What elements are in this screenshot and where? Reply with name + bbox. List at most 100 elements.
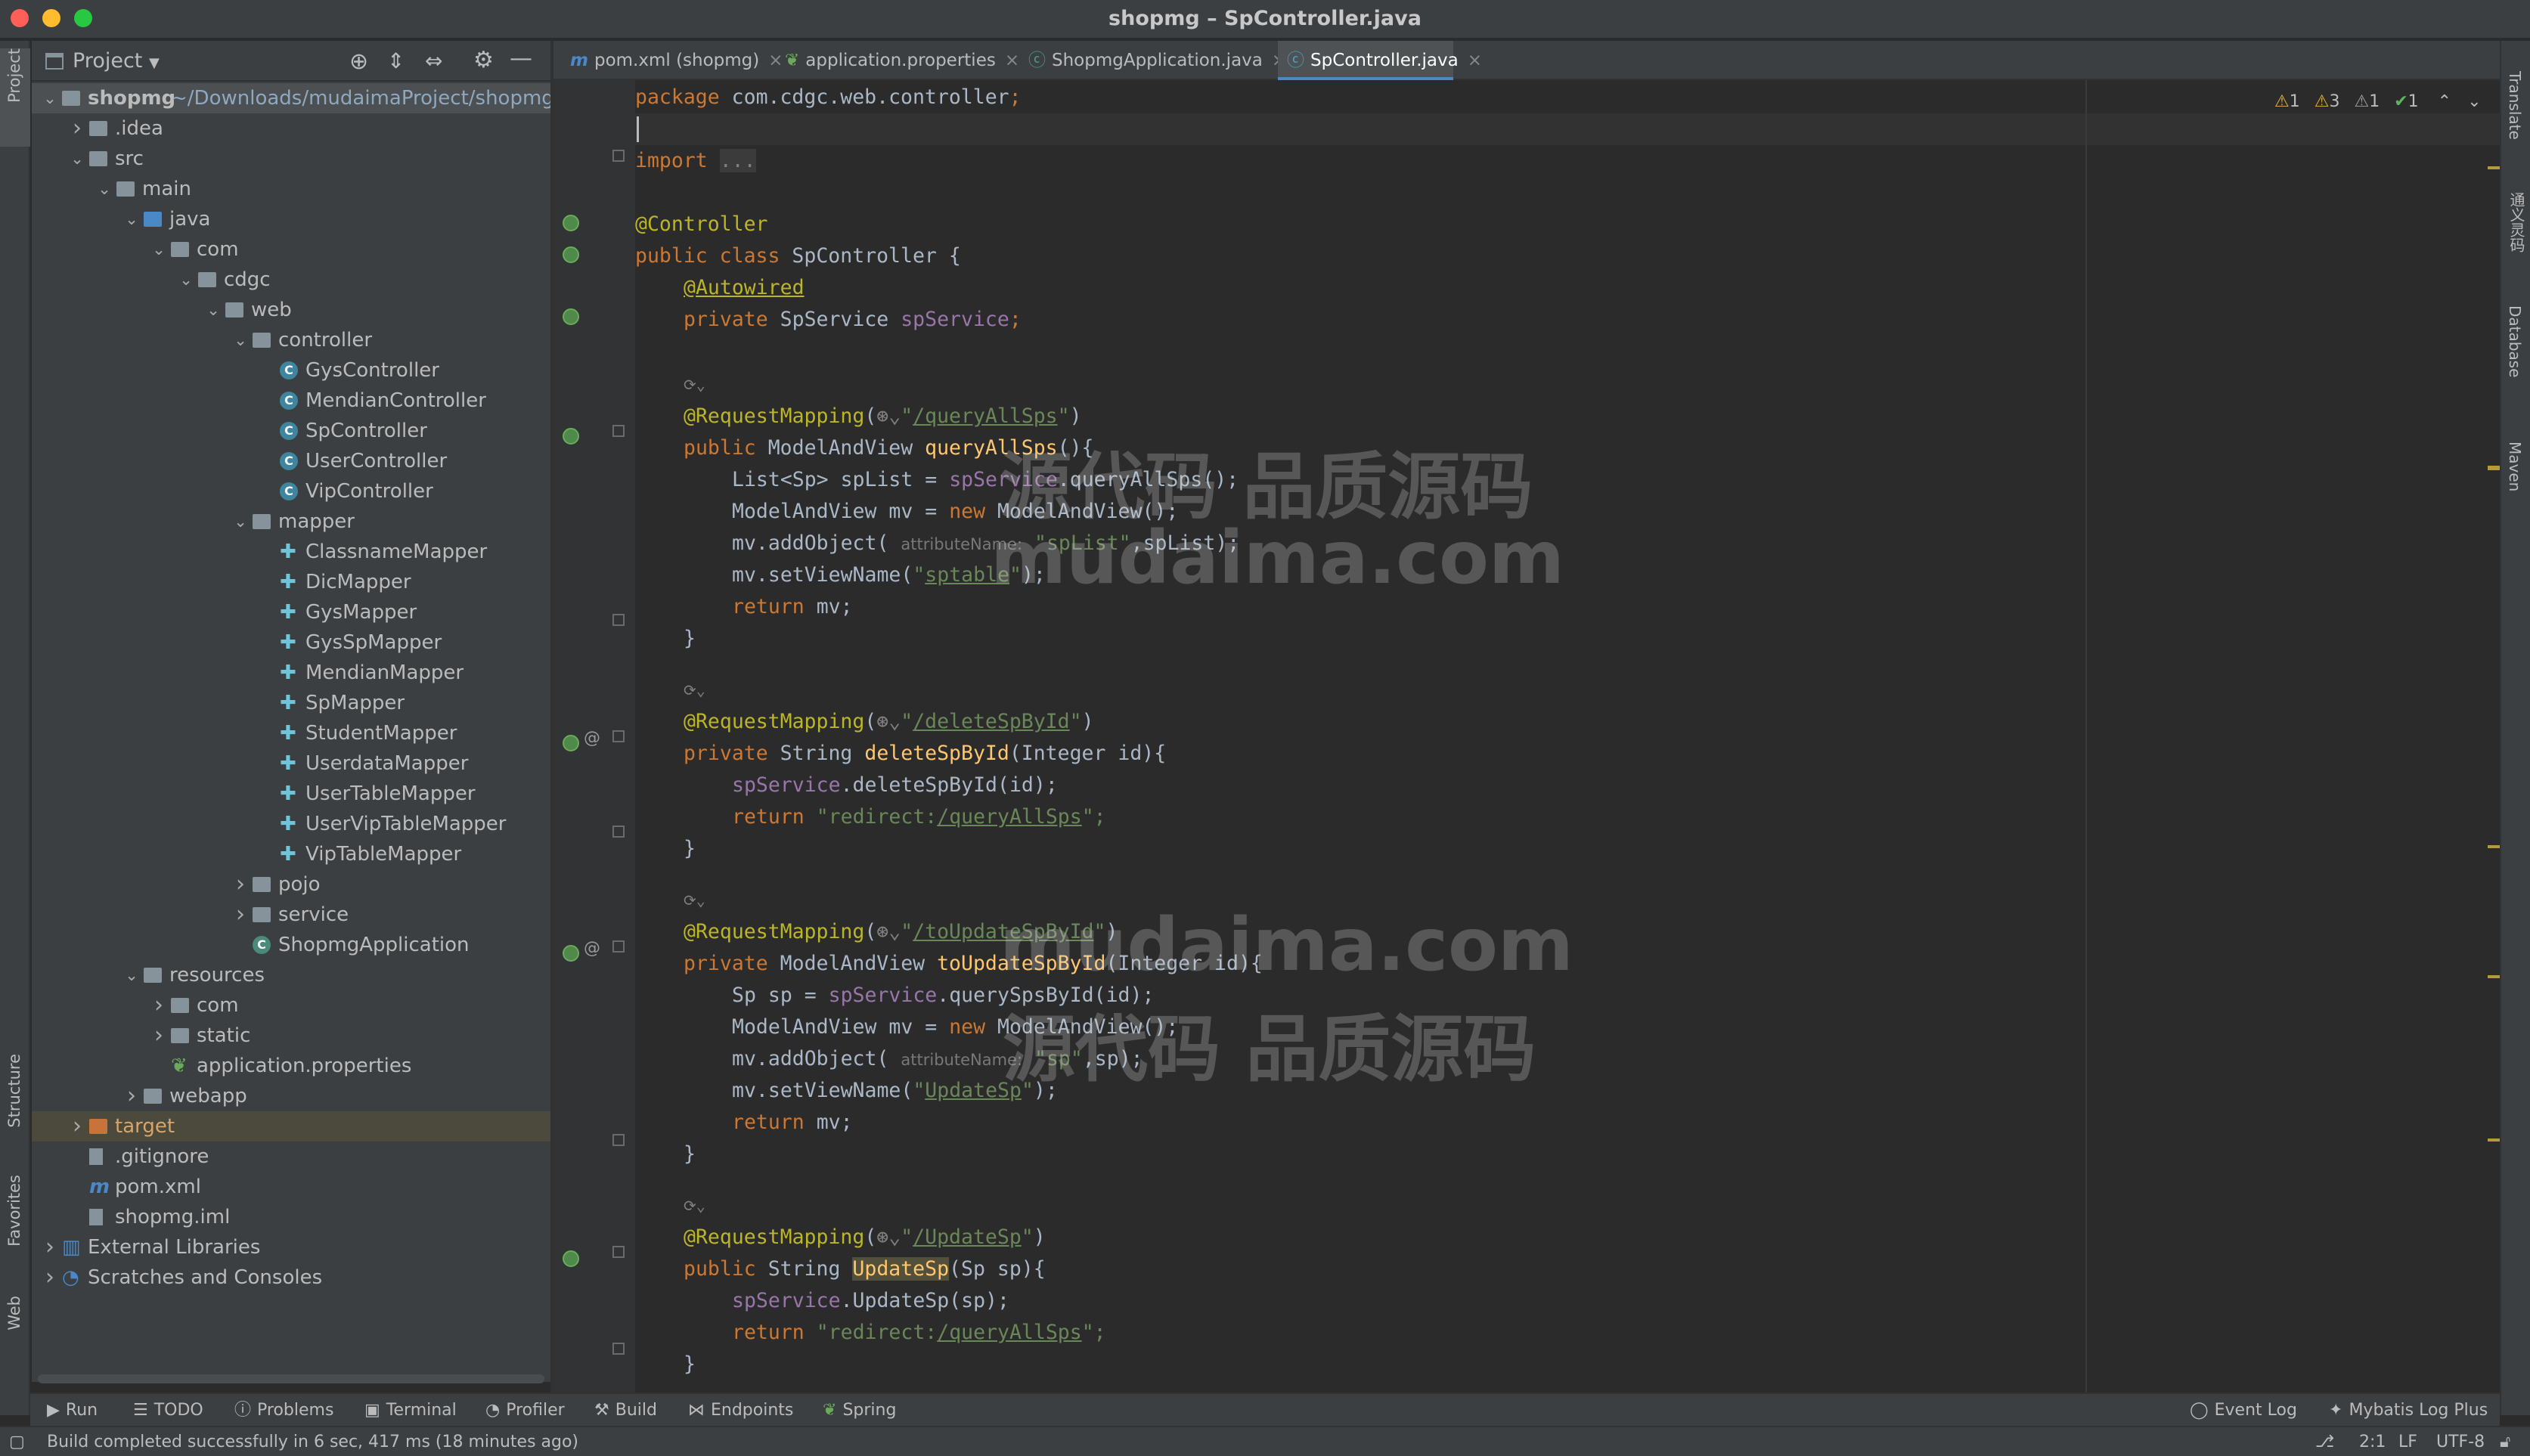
- tree-item[interactable]: ✚ GysSpMapper: [32, 627, 550, 658]
- chevron-down-icon[interactable]: ⌄: [206, 295, 221, 325]
- project-tool-tab[interactable]: Project: [0, 48, 30, 147]
- tree-item[interactable]: › target: [32, 1111, 550, 1142]
- chevron-down-icon[interactable]: ⌄: [178, 265, 194, 295]
- chevron-right-icon[interactable]: ›: [42, 1262, 57, 1293]
- tree-item[interactable]: m pom.xml: [32, 1172, 550, 1202]
- spring-bean-icon[interactable]: [563, 308, 579, 325]
- chevron-right-icon[interactable]: ›: [70, 1111, 85, 1142]
- tree-item[interactable]: ✚ ClassnameMapper: [32, 537, 550, 567]
- spring-bean-icon[interactable]: [563, 246, 579, 263]
- spring-bean-icon[interactable]: [563, 215, 579, 231]
- terminal-tool-button[interactable]: ▣ Terminal: [364, 1394, 457, 1427]
- chevron-down-icon[interactable]: ⌄: [233, 325, 248, 355]
- tree-item[interactable]: ⌄ java: [32, 204, 550, 234]
- mapping-at-icon[interactable]: @: [584, 729, 600, 748]
- tree-item[interactable]: .gitignore: [32, 1142, 550, 1172]
- chevron-right-icon[interactable]: ›: [233, 869, 248, 900]
- tree-item[interactable]: ✚ DicMapper: [32, 567, 550, 597]
- fold-marker-icon[interactable]: [612, 1246, 625, 1258]
- spring-bean-icon[interactable]: [563, 1250, 579, 1267]
- lock-icon[interactable]: 🔓︎: [2500, 1427, 2510, 1456]
- tree-item[interactable]: ⌄ resources: [32, 960, 550, 990]
- favorites-tool-tab[interactable]: Favorites: [0, 1175, 30, 1281]
- tree-item[interactable]: ⌄ com: [32, 234, 550, 265]
- file-encoding[interactable]: UTF-8: [2436, 1427, 2485, 1456]
- tree-item[interactable]: › static: [32, 1021, 550, 1051]
- url-hint-icon[interactable]: ⟳⌄: [684, 1190, 705, 1222]
- tree-item[interactable]: ✚ UserTableMapper: [32, 779, 550, 809]
- tree-item[interactable]: C VipController: [32, 476, 550, 507]
- database-tool-tab[interactable]: Database: [2506, 305, 2524, 377]
- tree-item[interactable]: › service: [32, 900, 550, 930]
- fold-marker-icon[interactable]: [612, 1134, 625, 1146]
- collapse-all-icon[interactable]: ⇔: [425, 48, 442, 73]
- tree-item[interactable]: ✚ VipTableMapper: [32, 839, 550, 869]
- tree-item[interactable]: C ShopmgApplication: [32, 930, 550, 960]
- chevron-down-icon[interactable]: ⌄: [233, 507, 248, 537]
- chevron-down-icon[interactable]: ⌄: [124, 960, 139, 990]
- chevron-right-icon[interactable]: ›: [233, 900, 248, 930]
- line-separator[interactable]: LF: [2398, 1427, 2417, 1456]
- tree-item[interactable]: › ◔ Scratches and Consoles: [32, 1262, 550, 1293]
- translate-tool-tab[interactable]: Translate: [2506, 71, 2524, 140]
- close-tab-icon[interactable]: ×: [1005, 51, 1019, 70]
- chevron-down-icon[interactable]: ⌄: [2467, 92, 2481, 111]
- tree-item[interactable]: C SpController: [32, 416, 550, 446]
- tree-item[interactable]: C MendianController: [32, 386, 550, 416]
- chevron-down-icon[interactable]: ⌄: [70, 144, 85, 174]
- error-stripe-mark[interactable]: [2488, 467, 2500, 470]
- folded-imports[interactable]: ...: [719, 149, 756, 172]
- editor-tab[interactable]: ❦ application.properties ×: [776, 41, 1019, 80]
- profiler-tool-button[interactable]: ◔ Profiler: [485, 1394, 565, 1427]
- code-editor[interactable]: package com.cdgc.web.controller; import …: [635, 80, 2500, 1392]
- structure-tool-tab[interactable]: Structure: [0, 1054, 30, 1160]
- chevron-down-icon[interactable]: ⌄: [124, 204, 139, 234]
- tree-item[interactable]: › webapp: [32, 1081, 550, 1111]
- tongyi-tool-tab[interactable]: 通义灵码: [2506, 192, 2528, 252]
- tree-item[interactable]: ⌄ web: [32, 295, 550, 325]
- fold-marker-icon[interactable]: [612, 730, 625, 742]
- code-line-import[interactable]: import ...: [635, 145, 756, 177]
- status-message[interactable]: Build completed successfully in 6 sec, 4…: [47, 1427, 578, 1456]
- tree-item[interactable]: › pojo: [32, 869, 550, 900]
- chevron-up-icon[interactable]: ⌃: [2438, 92, 2451, 111]
- close-tab-icon[interactable]: ×: [1468, 51, 1482, 70]
- todo-tool-button[interactable]: ☰ TODO: [133, 1394, 203, 1427]
- spring-bean-icon[interactable]: [563, 428, 579, 445]
- tree-item[interactable]: ⌄ controller: [32, 325, 550, 355]
- maven-tool-tab[interactable]: Maven: [2506, 441, 2524, 491]
- tree-item[interactable]: C GysController: [32, 355, 550, 386]
- locate-file-icon[interactable]: ⊕: [349, 48, 368, 75]
- tree-item[interactable]: ✚ UserdataMapper: [32, 748, 550, 779]
- error-stripe-mark[interactable]: [2488, 845, 2500, 848]
- editor-tab[interactable]: ⓒShopmgApplication.java×: [1019, 41, 1286, 80]
- tree-item[interactable]: › .idea: [32, 113, 550, 144]
- fold-marker-icon[interactable]: [612, 425, 625, 437]
- tree-item[interactable]: shopmg.iml: [32, 1202, 550, 1232]
- expand-all-icon[interactable]: ⇕: [387, 48, 405, 73]
- chevron-right-icon[interactable]: ›: [124, 1081, 139, 1111]
- chevron-down-icon[interactable]: ⌄: [42, 83, 57, 113]
- chevron-right-icon[interactable]: ›: [42, 1232, 57, 1262]
- tree-item[interactable]: ✚ StudentMapper: [32, 718, 550, 748]
- fold-marker-icon[interactable]: [612, 940, 625, 953]
- url-hint-icon[interactable]: ⟳⌄: [684, 369, 705, 401]
- mybatis-log-button[interactable]: ✦ Mybatis Log Plus: [2329, 1394, 2488, 1427]
- url-hint-icon[interactable]: ⟳⌄: [684, 674, 705, 706]
- tree-item[interactable]: ⌄ main: [32, 174, 550, 204]
- tree-item[interactable]: › com: [32, 990, 550, 1021]
- tree-item[interactable]: ⌄ shopmg ~/Downloads/mudaimaProject/shopmg: [32, 83, 550, 113]
- fold-marker-icon[interactable]: [612, 1343, 625, 1355]
- run-tool-button[interactable]: ▶ Run: [47, 1394, 98, 1427]
- tree-horizontal-scrollbar[interactable]: [38, 1374, 544, 1383]
- tree-item[interactable]: ❦ application.properties: [32, 1051, 550, 1081]
- error-stripe-mark[interactable]: [2488, 975, 2500, 978]
- tree-item[interactable]: ⌄ src: [32, 144, 550, 174]
- editor-tab[interactable]: m pom.xml (shopmg) ×: [561, 41, 783, 80]
- build-tool-button[interactable]: ⚒ Build: [594, 1394, 657, 1427]
- hide-panel-icon[interactable]: —: [510, 45, 532, 72]
- event-log-button[interactable]: ◯ Event Log: [2190, 1394, 2297, 1427]
- fold-marker-icon[interactable]: [612, 150, 625, 162]
- chevron-down-icon[interactable]: ⌄: [97, 174, 112, 204]
- spring-bean-icon[interactable]: [563, 735, 579, 751]
